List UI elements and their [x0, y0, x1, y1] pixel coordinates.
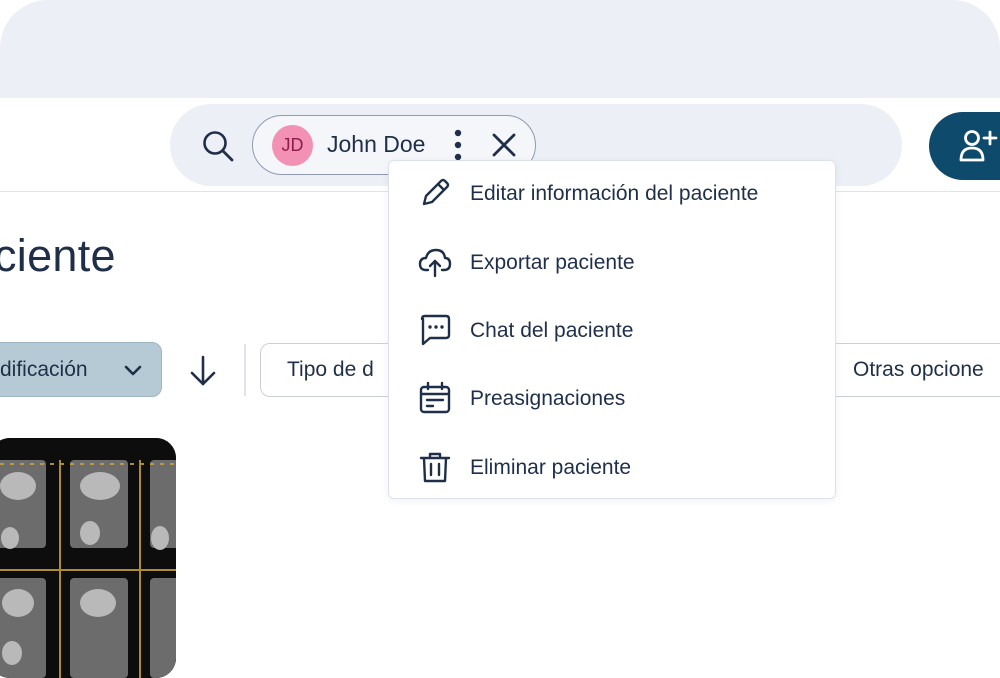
toolbar-divider	[244, 344, 246, 396]
cloud-upload-icon	[418, 248, 452, 278]
trash-icon	[419, 452, 451, 483]
menu-item-label: Eliminar paciente	[470, 456, 632, 479]
menu-item-delete-patient[interactable]: Eliminar paciente	[388, 436, 836, 498]
menu-item-export-patient[interactable]: Exportar paciente	[388, 231, 836, 293]
scan-thumbnail[interactable]	[0, 438, 176, 678]
menu-item-preassignments[interactable]: Preasignaciones	[388, 367, 836, 429]
kebab-menu-icon[interactable]	[448, 128, 468, 162]
chevron-down-icon	[124, 365, 142, 376]
sort-select-label: dificación	[0, 358, 88, 381]
window-top-chrome	[0, 0, 1000, 98]
close-icon[interactable]	[490, 131, 518, 159]
patient-name: John Doe	[327, 131, 426, 157]
page-title: ciente	[0, 230, 116, 281]
calendar-icon	[419, 381, 451, 414]
menu-item-label: Exportar paciente	[470, 251, 635, 274]
menu-item-label: Editar información del paciente	[470, 182, 759, 205]
arrow-down-icon[interactable]	[188, 354, 218, 388]
pencil-icon	[422, 178, 450, 206]
chat-bubble-icon	[420, 314, 451, 346]
search-icon[interactable]	[201, 129, 235, 163]
add-user-icon	[959, 130, 998, 162]
menu-item-label: Chat del paciente	[470, 319, 634, 342]
scan-image	[0, 438, 176, 678]
avatar: JD	[272, 125, 313, 166]
filter-type-label: Tipo de d	[287, 358, 374, 381]
menu-item-edit-patient[interactable]: Editar información del paciente	[388, 162, 836, 224]
menu-item-patient-chat[interactable]: Chat del paciente	[388, 299, 836, 361]
menu-item-label: Preasignaciones	[470, 387, 626, 410]
other-options-label: Otras opcione	[853, 358, 984, 381]
